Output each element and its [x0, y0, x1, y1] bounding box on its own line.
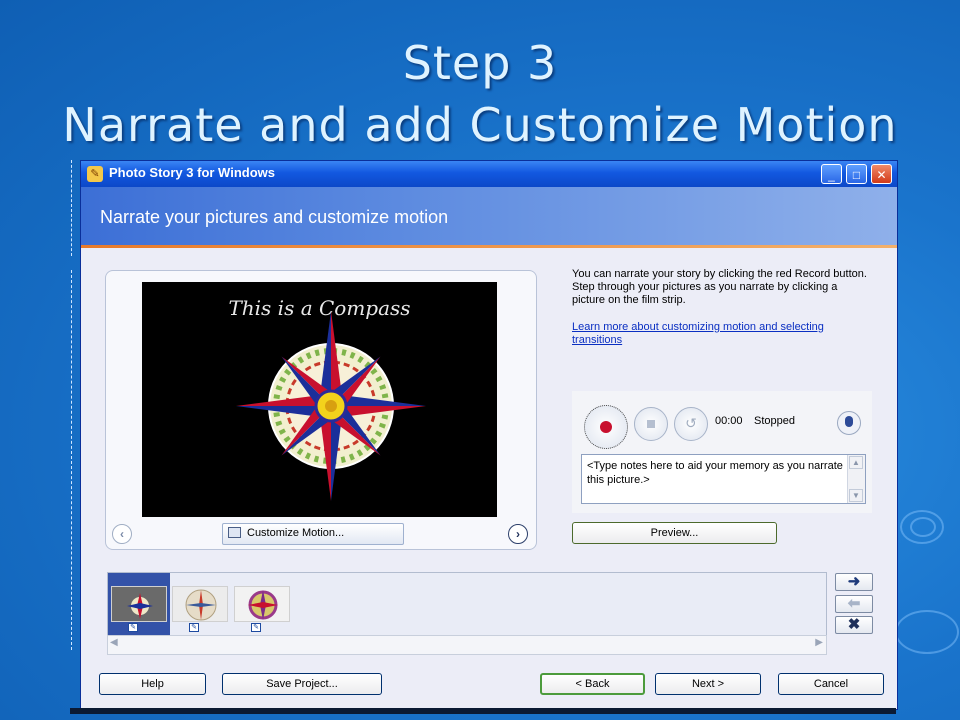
- picture-preview-panel: This is a Compass ‹ Customize Motion... …: [105, 270, 537, 550]
- film-strip-thumbnail[interactable]: [234, 586, 290, 622]
- save-project-button[interactable]: Save Project...: [222, 673, 382, 695]
- window-titlebar[interactable]: ✎ Photo Story 3 for Windows _ □ ✕: [81, 161, 897, 187]
- photo-story-window: ✎ Photo Story 3 for Windows _ □ ✕ Narrat…: [80, 160, 898, 710]
- stop-button[interactable]: [634, 407, 668, 441]
- header-title: Narrate your pictures and customize moti…: [100, 207, 449, 227]
- previous-picture-button[interactable]: ‹: [112, 524, 132, 544]
- scroll-up-icon[interactable]: ▲: [849, 456, 863, 469]
- edit-picture-icon[interactable]: ✎: [189, 623, 199, 632]
- customize-motion-label: Customize Motion...: [247, 527, 345, 539]
- chevron-right-icon: ›: [516, 527, 520, 541]
- customize-motion-button[interactable]: Customize Motion...: [222, 523, 404, 545]
- next-button[interactable]: Next >: [655, 673, 761, 695]
- narration-notes-field[interactable]: <Type notes here to aid your memory as y…: [581, 454, 866, 504]
- remove-icon: ✖: [847, 616, 861, 633]
- minimize-button[interactable]: _: [821, 164, 842, 184]
- dashed-guide-line: [71, 160, 72, 256]
- slide-title-subtitle: Narrate and add Customize Motion: [62, 98, 898, 152]
- notes-text: <Type notes here to aid your memory as y…: [587, 460, 843, 486]
- compass-thumbnail-icon: [248, 590, 278, 620]
- scroll-right-icon[interactable]: ▶: [815, 637, 823, 648]
- learn-more-link[interactable]: Learn more about customizing motion and …: [572, 321, 872, 347]
- compass-rose-image: [236, 311, 426, 501]
- record-button[interactable]: [584, 405, 628, 449]
- scroll-down-icon[interactable]: ▼: [849, 489, 863, 502]
- recording-time: 00:00: [715, 415, 743, 427]
- move-left-button[interactable]: ⬅: [835, 595, 873, 613]
- edit-picture-icon[interactable]: ✎: [128, 623, 138, 632]
- compass-thumbnail-icon: [127, 593, 153, 619]
- picture-preview: This is a Compass: [142, 282, 497, 517]
- narration-instructions: You can narrate your story by clicking t…: [572, 268, 867, 306]
- window-title: Photo Story 3 for Windows: [109, 165, 275, 180]
- maximize-button[interactable]: □: [846, 164, 867, 184]
- narration-recorder-panel: ↺ 00:00 Stopped <Type notes here to aid …: [572, 391, 872, 513]
- remove-picture-button[interactable]: ✖: [835, 616, 873, 634]
- film-strip-thumbnail[interactable]: [111, 586, 167, 622]
- preview-button[interactable]: Preview...: [572, 522, 777, 544]
- recording-status: Stopped: [754, 415, 795, 427]
- chevron-left-icon: ‹: [120, 527, 124, 541]
- move-right-button[interactable]: ➜: [835, 573, 873, 591]
- slide-title-step: Step 3: [402, 36, 558, 90]
- microphone-button[interactable]: [837, 411, 861, 435]
- edit-picture-icon[interactable]: ✎: [251, 623, 261, 632]
- notes-scrollbar[interactable]: ▲ ▼: [847, 455, 865, 503]
- compass-thumbnail-icon: [185, 589, 217, 621]
- scroll-left-icon[interactable]: ◀: [110, 637, 118, 648]
- app-icon: ✎: [87, 166, 103, 182]
- help-button[interactable]: Help: [99, 673, 206, 695]
- arrow-right-icon: ➜: [847, 573, 861, 590]
- film-strip: ✎ ✎ ✎: [107, 572, 827, 636]
- header-divider: [81, 245, 897, 248]
- film-strip-thumbnail[interactable]: [172, 586, 228, 622]
- undo-button[interactable]: ↺: [674, 407, 708, 441]
- next-picture-button[interactable]: ›: [508, 524, 528, 544]
- motion-icon: [228, 527, 241, 538]
- stop-icon: [647, 420, 655, 428]
- wizard-header: Narrate your pictures and customize moti…: [81, 187, 897, 245]
- close-button[interactable]: ✕: [871, 164, 892, 184]
- film-strip-scrollbar[interactable]: ◀ ▶: [107, 635, 827, 655]
- undo-icon: ↺: [685, 415, 697, 431]
- slide-bottom-bar: [70, 708, 896, 714]
- back-button[interactable]: < Back: [540, 673, 645, 695]
- dashed-guide-line: [71, 270, 72, 650]
- arrow-left-icon: ⬅: [847, 595, 861, 612]
- cancel-button[interactable]: Cancel: [778, 673, 884, 695]
- record-icon: [600, 421, 612, 433]
- microphone-icon: [845, 416, 853, 427]
